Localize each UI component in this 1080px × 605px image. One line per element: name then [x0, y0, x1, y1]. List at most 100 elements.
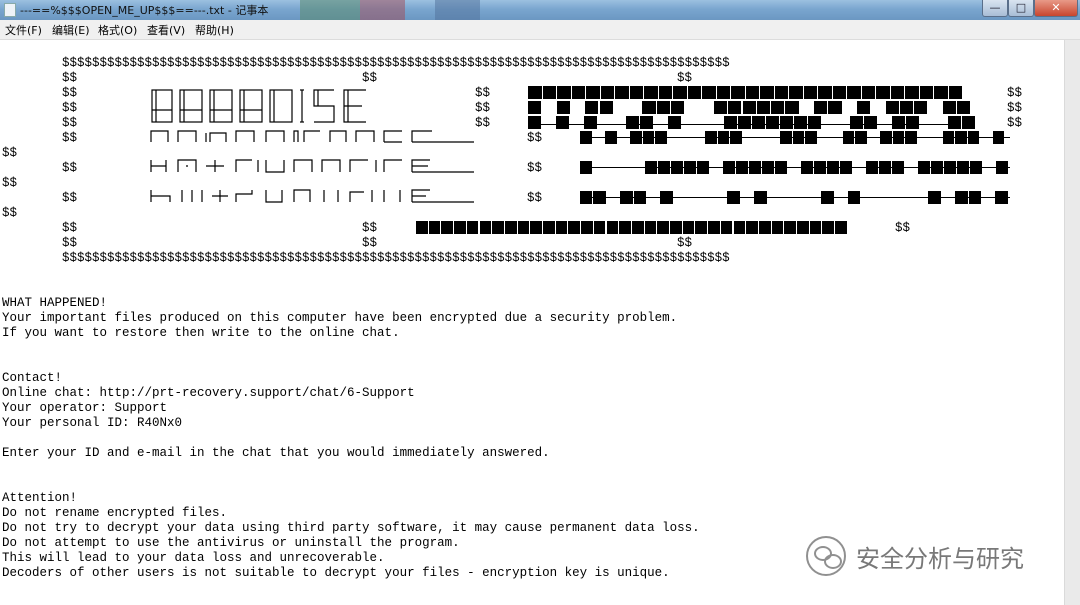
dollar-mark: $$ — [475, 116, 491, 130]
ascii-block — [629, 86, 643, 99]
minimize-button[interactable]: — — [982, 0, 1008, 17]
background-desktop-tint — [300, 0, 360, 20]
ascii-block — [631, 221, 644, 234]
ascii-block — [528, 101, 542, 114]
ascii-block — [720, 221, 733, 234]
ascii-block — [789, 86, 803, 99]
ascii-block — [758, 221, 771, 234]
ascii-block — [571, 86, 585, 99]
ascii-block — [885, 101, 899, 114]
ascii-block — [593, 221, 606, 234]
close-button[interactable]: ✕ — [1034, 0, 1078, 17]
note-line: Do not rename encrypted files. — [2, 506, 228, 520]
menu-format[interactable]: 格式(O) — [98, 22, 137, 38]
ascii-block — [745, 86, 759, 99]
ascii-block — [899, 101, 914, 114]
ascii-block — [771, 221, 784, 234]
note-line: Your personal ID: R40Nx0 — [2, 416, 183, 430]
ascii-line — [580, 167, 1010, 168]
note-line: WHAT HAPPENED! — [2, 296, 108, 310]
ascii-block — [658, 86, 672, 99]
ascii-block — [814, 101, 828, 114]
ascii-block — [803, 86, 817, 99]
ascii-block — [708, 221, 720, 234]
ascii-block — [416, 221, 428, 234]
ascii-block — [962, 116, 975, 129]
ascii-block — [835, 221, 847, 234]
ascii-block — [557, 86, 571, 99]
ascii-block — [586, 86, 600, 99]
ascii-block — [644, 221, 657, 234]
menu-help[interactable]: 帮助(H) — [195, 22, 234, 38]
ascii-block — [670, 221, 682, 234]
ascii-block — [948, 116, 961, 129]
ascii-block — [673, 86, 687, 99]
dollar-mark: $$ — [2, 176, 18, 190]
ascii-line — [580, 137, 1010, 138]
ascii-block — [864, 116, 877, 129]
ascii-block — [876, 86, 890, 99]
ascii-block — [619, 221, 631, 234]
dollar-mark: $$ — [475, 86, 491, 100]
maximize-button[interactable]: □ — [1008, 0, 1034, 17]
ascii-block — [942, 101, 956, 114]
note-line: If you want to restore then write to the… — [2, 326, 400, 340]
ascii-block — [861, 86, 875, 99]
ascii-block — [948, 86, 962, 99]
ascii-block — [797, 221, 809, 234]
ascii-block — [528, 116, 541, 129]
menu-view[interactable]: 查看(V) — [147, 22, 185, 38]
ascii-block — [728, 101, 742, 114]
ascii-block — [568, 221, 581, 234]
ascii-block — [746, 221, 758, 234]
ascii-block — [581, 221, 593, 234]
ascii-block — [794, 116, 807, 129]
dollar-mark: $$ — [527, 191, 543, 205]
dollar-mark: $$ — [895, 221, 911, 235]
dollar-mark: $$ — [527, 131, 543, 145]
ascii-block — [832, 86, 846, 99]
ascii-block — [585, 101, 599, 114]
note-line: Your important files produced on this co… — [2, 311, 678, 325]
ascii-block — [957, 101, 971, 114]
note-line: Do not attempt to use the antivirus or u… — [2, 536, 460, 550]
ascii-block — [542, 86, 556, 99]
dollar-mark: $$ — [62, 161, 78, 175]
ascii-block — [890, 86, 904, 99]
ascii-block — [713, 101, 728, 114]
ascii-block — [492, 221, 504, 234]
ascii-block — [599, 101, 613, 114]
ascii-block — [517, 221, 530, 234]
dollar-mark: $$ — [1007, 101, 1023, 115]
ascii-block — [556, 116, 569, 129]
ascii-block — [809, 221, 822, 234]
ascii-block — [528, 86, 542, 99]
ascii-block — [671, 101, 685, 114]
ascii-block — [682, 221, 695, 234]
ascii-block — [919, 86, 933, 99]
menu-file[interactable]: 文件(F) — [5, 22, 42, 38]
menu-edit[interactable]: 编辑(E) — [52, 22, 90, 38]
banner-border-top: $$$$$$$$$$$$$$$$$$$$$$$$$$$$$$$$$$$$$$$$… — [62, 56, 730, 70]
wechat-icon — [806, 536, 846, 576]
note-line: Decoders of other users is not suitable … — [2, 566, 670, 580]
ascii-block — [905, 86, 919, 99]
ascii-block — [668, 116, 681, 129]
ascii-block — [466, 221, 479, 234]
dollar-mark: $$ — [1007, 86, 1023, 100]
note-line: Do not try to decrypt your data using th… — [2, 521, 700, 535]
ascii-line — [580, 197, 1010, 198]
ascii-block — [656, 101, 670, 114]
watermark-text: 安全分析与研究 — [856, 544, 1024, 573]
ascii-block — [771, 101, 785, 114]
ascii-block — [644, 86, 658, 99]
ascii-block — [716, 86, 730, 99]
vertical-scrollbar[interactable] — [1064, 40, 1080, 605]
ascii-block — [742, 101, 756, 114]
ascii-block — [780, 116, 793, 129]
watermark: 安全分析与研究 — [806, 536, 1024, 576]
ascii-block — [731, 86, 745, 99]
ascii-block — [687, 86, 701, 99]
ascii-block — [756, 101, 771, 114]
ascii-block — [555, 221, 568, 234]
